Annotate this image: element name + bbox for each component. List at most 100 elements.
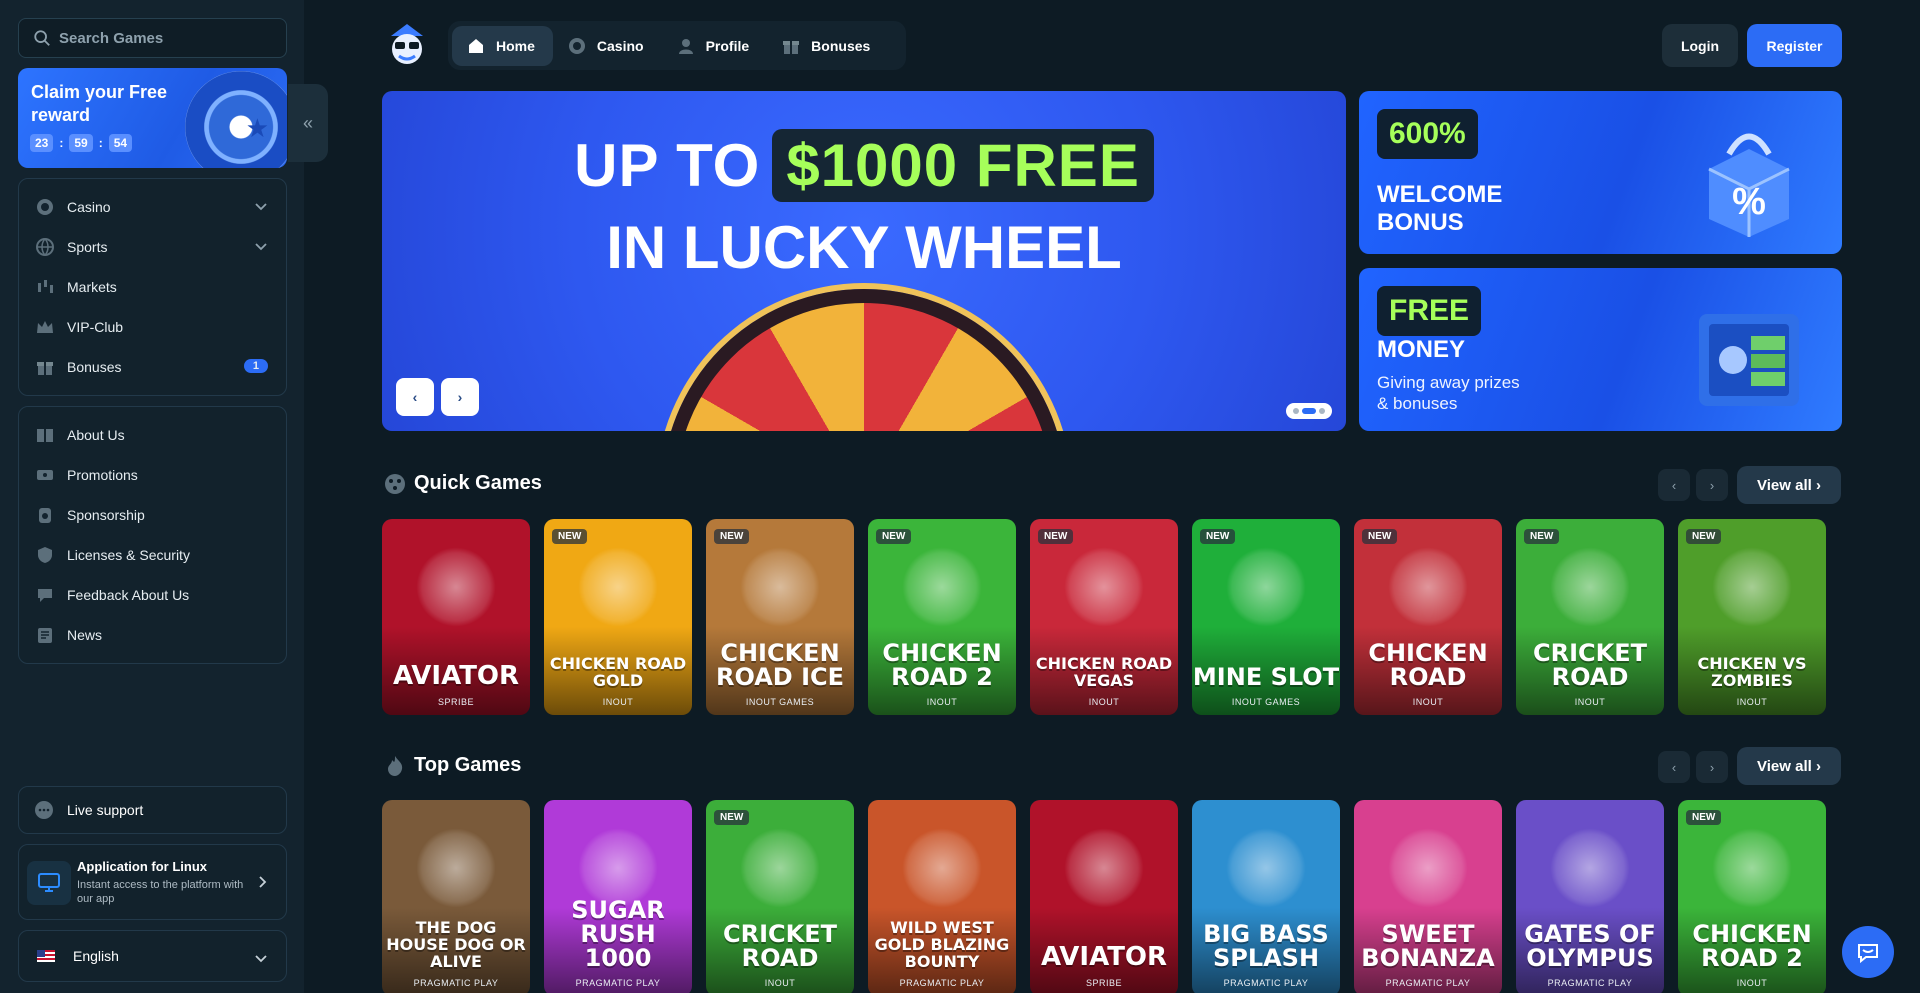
game-card[interactable]: NEW CRICKET ROAD INOUT <box>1516 519 1664 715</box>
hero-prev-button[interactable]: ‹ <box>396 378 434 416</box>
sidebar-item-markets[interactable]: Markets <box>19 267 286 307</box>
new-badge: NEW <box>1686 810 1722 825</box>
carousel-dot[interactable] <box>1293 408 1299 414</box>
promo-free-money[interactable]: FREE MONEY Giving away prizes & bonuses <box>1359 268 1842 431</box>
sidebar-item-sports[interactable]: Sports <box>19 227 286 267</box>
language-selector[interactable]: English <box>18 930 287 982</box>
game-card[interactable]: GATES OF OLYMPUS PRAGMATIC PLAY <box>1516 800 1664 993</box>
countdown-timer: 23 : 59 : 54 <box>30 134 133 152</box>
live-support-label: Live support <box>67 802 144 818</box>
game-artwork <box>1550 828 1630 908</box>
game-provider: PRAGMATIC PLAY <box>575 978 661 988</box>
game-card[interactable]: NEW CHICKEN ROAD GOLD INOUT <box>544 519 692 715</box>
book-icon <box>35 425 55 445</box>
game-card[interactable]: AVIATOR SPRIBE <box>382 519 530 715</box>
linux-app-banner[interactable]: Application for Linux Instant access to … <box>18 844 287 920</box>
sidebar: Claim your Free reward 23 : 59 : 54 ★ Ca… <box>0 0 304 993</box>
section-title-quick-games: Quick Games <box>384 472 542 495</box>
hero-prefix: UP TO <box>574 132 761 199</box>
home-icon <box>469 38 483 53</box>
quick-games-view-all-button[interactable]: View all › <box>1737 466 1841 504</box>
tab-bonuses[interactable]: Bonuses <box>767 26 888 66</box>
sidebar-item-bonuses[interactable]: Bonuses 1 <box>19 347 286 387</box>
sidebar-item-news[interactable]: News <box>19 615 286 655</box>
sidebar-item-sponsorship[interactable]: Sponsorship <box>19 495 286 535</box>
site-logo[interactable] <box>385 22 429 68</box>
sidebar-item-promotions[interactable]: Promotions <box>19 455 286 495</box>
game-artwork <box>1712 828 1792 908</box>
carousel-dots[interactable] <box>1286 403 1332 419</box>
game-card[interactable]: NEW CHICKEN ROAD 2 INOUT <box>1678 800 1826 993</box>
section-title-text: Top Games <box>414 754 522 776</box>
game-card[interactable]: SUGAR RUSH 1000 PRAGMATIC PLAY <box>544 800 692 993</box>
tab-home[interactable]: Home <box>452 25 553 66</box>
game-title: CHICKEN ROAD 2 <box>1692 920 1812 972</box>
chevron-down-icon <box>254 199 268 216</box>
hero-subheadline: IN LUCKY WHEEL <box>606 214 1122 281</box>
feedback-icon <box>35 585 55 605</box>
game-artwork <box>1388 547 1468 627</box>
game-title: GATES OF OLYMPUS <box>1524 920 1656 972</box>
main-nav: Casino Sports Markets VIP-Club Bonuses 1 <box>18 178 287 396</box>
game-card[interactable]: BIG BASS SPLASH PRAGMATIC PLAY <box>1192 800 1340 993</box>
sidebar-item-label: Promotions <box>67 467 138 483</box>
search-box[interactable] <box>18 18 287 58</box>
sidebar-item-about-us[interactable]: About Us <box>19 415 286 455</box>
new-badge: NEW <box>1362 529 1398 544</box>
sidebar-item-licenses[interactable]: Licenses & Security <box>19 535 286 575</box>
game-artwork <box>1550 547 1630 627</box>
collapse-sidebar-button[interactable]: « <box>288 84 328 162</box>
sidebar-item-feedback[interactable]: Feedback About Us <box>19 575 286 615</box>
safe-money-icon <box>1699 314 1799 406</box>
promo-welcome-bonus[interactable]: 600% WELCOME BONUS % <box>1359 91 1842 254</box>
carousel-dot[interactable] <box>1319 408 1325 414</box>
top-games-view-all-button[interactable]: View all › <box>1737 747 1841 785</box>
game-card[interactable]: NEW CHICKEN ROAD ICE INOUT GAMES <box>706 519 854 715</box>
game-card[interactable]: SWEET BONANZA PRAGMATIC PLAY <box>1354 800 1502 993</box>
game-card[interactable]: NEW MINE SLOT INOUT GAMES <box>1192 519 1340 715</box>
app-title: Application for Linux <box>77 859 207 874</box>
carousel-dot-active[interactable] <box>1302 408 1316 414</box>
game-card[interactable]: NEW CHICKEN ROAD VEGAS INOUT <box>1030 519 1178 715</box>
login-button[interactable]: Login <box>1662 24 1738 67</box>
quick-games-prev-button[interactable]: ‹ <box>1658 469 1690 501</box>
chat-launcher-button[interactable] <box>1842 926 1894 978</box>
tab-profile[interactable]: Profile <box>662 26 768 66</box>
game-card[interactable]: NEW CRICKET ROAD INOUT <box>706 800 854 993</box>
game-artwork <box>902 547 982 627</box>
game-card[interactable]: AVIATOR SPRIBE <box>1030 800 1178 993</box>
timer-minutes: 59 <box>69 134 93 152</box>
claim-reward-banner[interactable]: Claim your Free reward 23 : 59 : 54 ★ <box>18 68 287 168</box>
user-icon <box>678 38 693 54</box>
register-button[interactable]: Register <box>1747 24 1842 67</box>
svg-text:%: % <box>1732 181 1766 223</box>
gift-box-icon: % <box>1708 133 1790 237</box>
game-card[interactable]: NEW CHICKEN VS ZOMBIES INOUT <box>1678 519 1826 715</box>
game-card[interactable]: NEW CHICKEN ROAD INOUT <box>1354 519 1502 715</box>
search-input[interactable] <box>59 29 269 47</box>
game-title: AVIATOR <box>392 661 520 691</box>
sidebar-item-casino[interactable]: Casino <box>19 187 286 227</box>
live-support-button[interactable]: Live support <box>18 786 287 834</box>
top-games-next-button[interactable]: › <box>1696 751 1728 783</box>
top-games-prev-button[interactable]: ‹ <box>1658 751 1690 783</box>
promo-pill: FREE <box>1377 286 1482 336</box>
hero-next-button[interactable]: › <box>441 378 479 416</box>
hero-carousel[interactable]: UP TO $1000 FREE IN LUCKY WHEEL ‹ › <box>382 91 1346 431</box>
game-title: CHICKEN ROAD VEGAS <box>1035 654 1173 690</box>
section-title-text: Quick Games <box>414 472 542 494</box>
game-card[interactable]: NEW CHICKEN ROAD 2 INOUT <box>868 519 1016 715</box>
top-navigation: Home Casino Profile Bonuses <box>448 21 906 70</box>
quick-games-next-button[interactable]: › <box>1696 469 1728 501</box>
search-icon <box>34 30 50 46</box>
game-provider: INOUT <box>1736 697 1768 707</box>
game-title: CRICKET ROAD <box>723 920 837 972</box>
tab-casino[interactable]: Casino <box>553 26 662 66</box>
promo-title: WELCOME BONUS <box>1377 181 1503 236</box>
sidebar-item-vip-club[interactable]: VIP-Club <box>19 307 286 347</box>
game-card[interactable]: WILD WEST GOLD BLAZING BOUNTY PRAGMATIC P… <box>868 800 1016 993</box>
chevron-down-icon <box>254 239 268 256</box>
promo-pill: 600% <box>1377 109 1478 159</box>
game-card[interactable]: THE DOG HOUSE DOG OR ALIVE PRAGMATIC PLAY <box>382 800 530 993</box>
new-badge: NEW <box>552 529 588 544</box>
